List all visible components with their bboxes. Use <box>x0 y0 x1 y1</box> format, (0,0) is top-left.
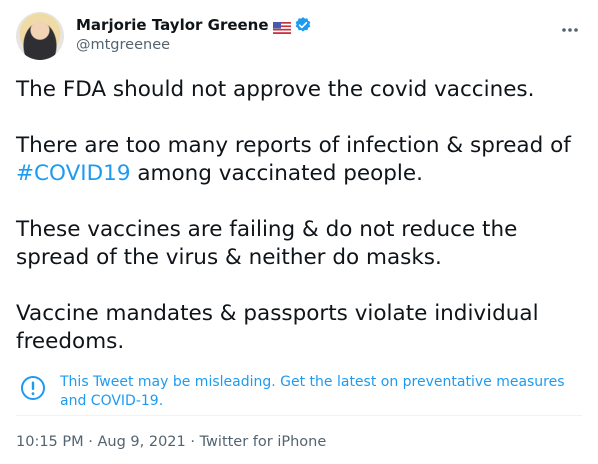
tweet-paragraph: These vaccines are failing & do not redu… <box>16 216 576 272</box>
avatar[interactable] <box>16 12 64 60</box>
user-block: Marjorie Taylor Greene @mtgreenee <box>76 14 312 53</box>
tweet-source[interactable]: Twitter for iPhone <box>200 434 327 450</box>
display-name-row: Marjorie Taylor Greene <box>76 14 312 36</box>
tweet-line: These vaccines are failing & do not redu… <box>16 217 518 270</box>
tweet-line: There are too many reports of infection … <box>16 133 571 158</box>
misleading-notice[interactable]: This Tweet may be misleading. Get the la… <box>16 363 582 416</box>
ellipsis-icon <box>562 28 578 32</box>
verified-badge-icon <box>294 16 312 34</box>
tweet-line: The FDA should not approve the covid vac… <box>16 77 535 102</box>
notice-link[interactable]: This Tweet may be misleading. Get the la… <box>60 373 570 411</box>
tweet-date[interactable]: Aug 9, 2021 <box>97 434 185 450</box>
tweet-text: The FDA should not approve the covid vac… <box>16 76 576 384</box>
more-options-button[interactable] <box>558 18 582 42</box>
tweet-line: Vaccine mandates & passports violate ind… <box>16 301 539 354</box>
hashtag-link[interactable]: #COVID19 <box>16 161 131 186</box>
separator: · <box>185 434 200 450</box>
us-flag-icon <box>272 19 291 34</box>
tweet-line: among vaccinated people. <box>130 161 423 186</box>
tweet-paragraph: Vaccine mandates & passports violate ind… <box>16 300 576 356</box>
display-name[interactable]: Marjorie Taylor Greene <box>76 16 269 34</box>
tweet-paragraph: The FDA should not approve the covid vac… <box>16 76 576 104</box>
handle[interactable]: @mtgreenee <box>76 37 312 53</box>
tweet-time[interactable]: 10:15 PM <box>16 434 84 450</box>
exclamation-circle-icon <box>20 375 46 401</box>
separator: · <box>83 434 98 450</box>
tweet-meta: 10:15 PM · Aug 9, 2021 · Twitter for iPh… <box>16 434 326 450</box>
tweet-paragraph: There are too many reports of infection … <box>16 132 576 188</box>
tweet-header: Marjorie Taylor Greene @mtgreenee <box>16 12 582 62</box>
